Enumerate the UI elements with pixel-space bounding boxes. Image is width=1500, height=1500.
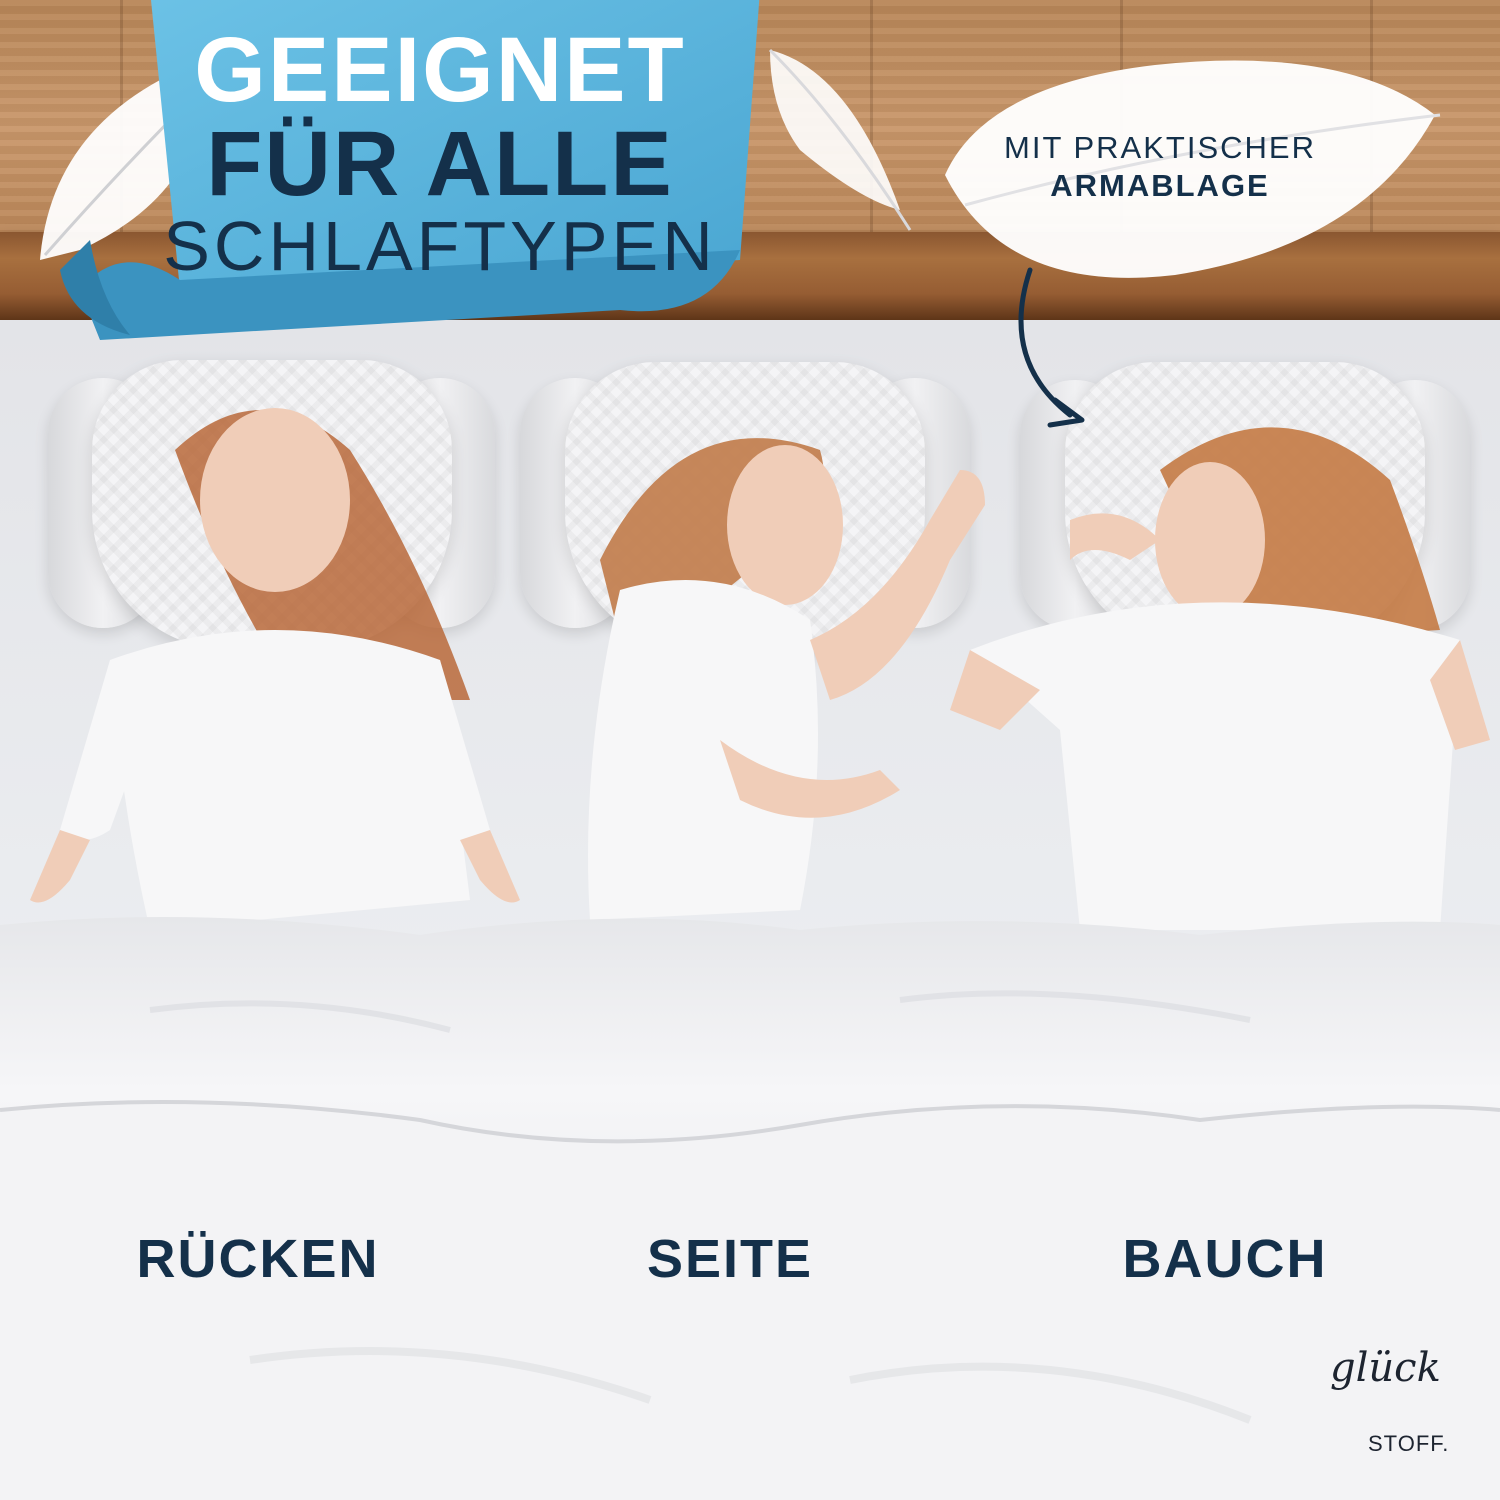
armrest-callout: MIT PRAKTISCHER ARMABLAGE — [930, 130, 1390, 204]
brand-script: glück — [1330, 1345, 1441, 1391]
label-back: RÜCKEN — [136, 1229, 380, 1289]
brand-logo: glück STOFF. — [1330, 1345, 1450, 1485]
headline-block: GEEIGNET FÜR ALLE SCHLAFTYPEN — [60, 0, 820, 320]
callout-line-2: ARMABLAGE — [1050, 168, 1270, 203]
product-scene: GEEIGNET FÜR ALLE SCHLAFTYPEN MIT PRAKTI… — [0, 0, 1500, 1500]
headline-line-2: FÜR ALLE — [206, 113, 674, 215]
label-side: SEITE — [646, 1229, 814, 1289]
brand-sub: STOFF. — [1368, 1431, 1450, 1456]
headline-line-1: GEEIGNET — [194, 19, 686, 121]
label-stomach: BAUCH — [1122, 1229, 1328, 1289]
callout-line-1: MIT PRAKTISCHER — [1004, 130, 1316, 165]
headline-line-3: SCHLAFTYPEN — [163, 207, 717, 285]
